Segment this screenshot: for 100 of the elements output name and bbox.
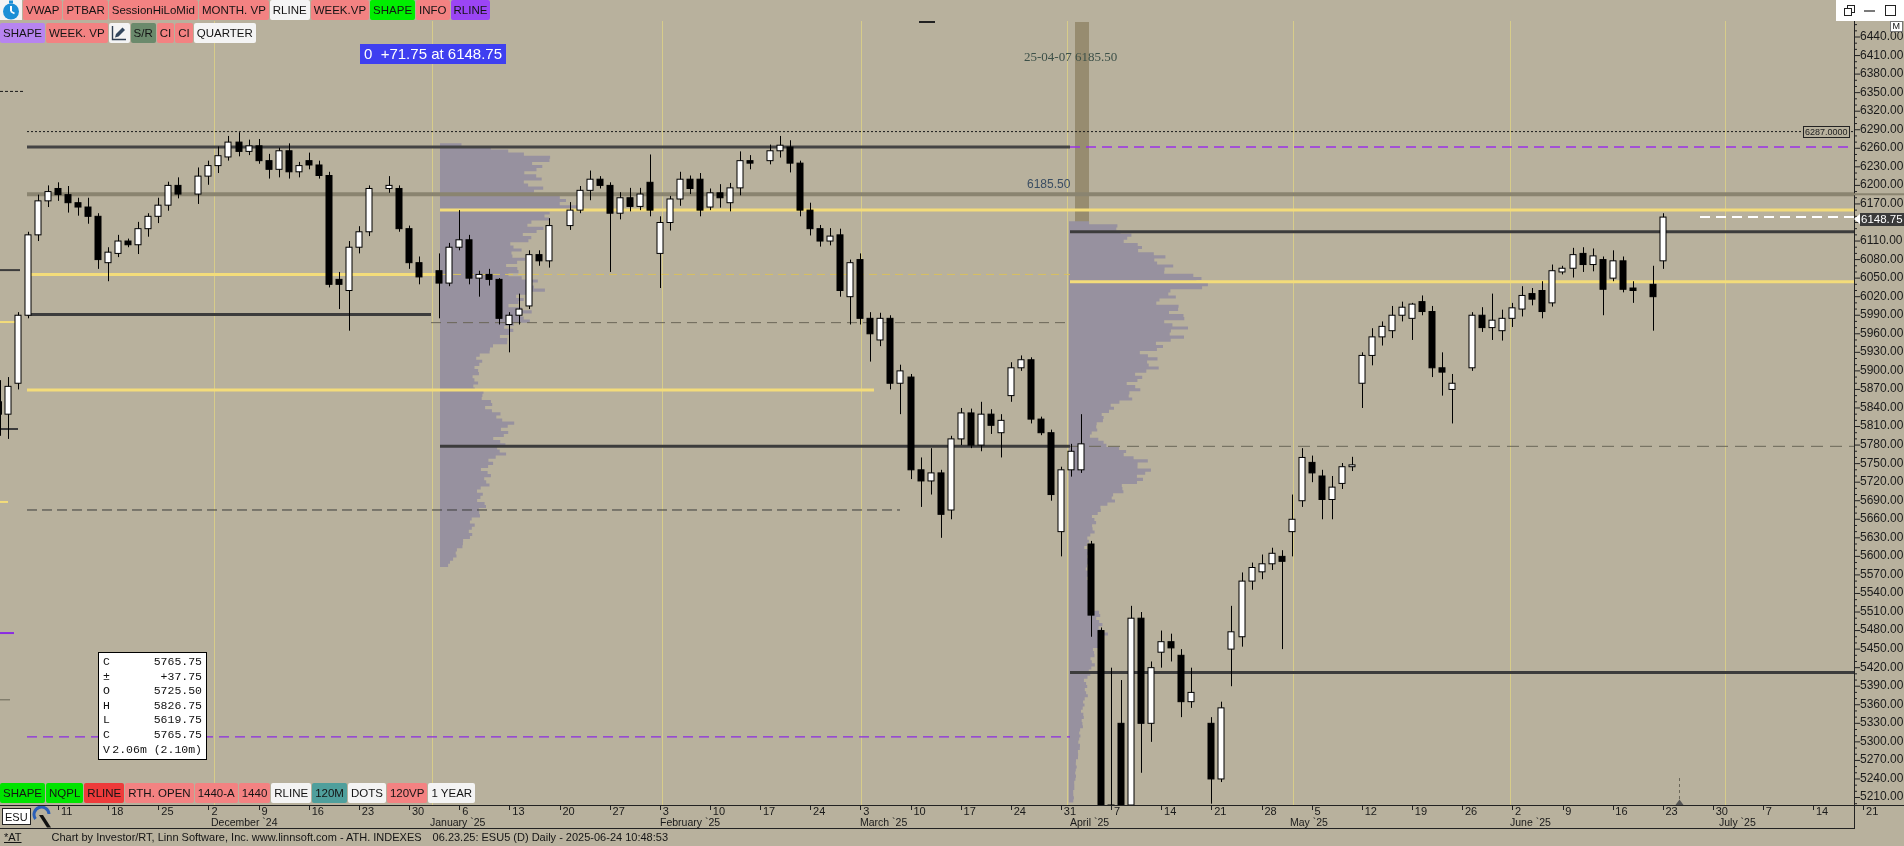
month-axis-label: June `25 [1510,817,1552,827]
study-button[interactable]: QUARTER [193,23,256,43]
data-field-label: H [103,698,110,714]
date-axis-label: 30 [411,806,426,817]
study-button[interactable]: S/R [130,23,156,43]
price-axis-label: 5930.00 [1860,346,1904,358]
logo-icon [32,806,52,828]
date-axis-label: 16 [1614,806,1629,817]
date-axis-label: 16 [310,806,325,817]
line-value-label: 6287.0000 [1803,126,1850,138]
price-level-line [0,500,9,503]
date-axis-label: 21 [1865,806,1880,817]
study-button[interactable]: WEEK. VP [46,23,108,43]
date-axis-label: 27 [611,806,626,817]
status-marker-link[interactable]: *AT [4,829,22,846]
price-axis-label: 6200.00 [1860,179,1904,191]
price-axis-label: 6110.00 [1860,234,1903,246]
date-axis-label: 10 [711,806,727,817]
study-button[interactable]: 120VP [386,783,428,803]
pencil-icon [111,25,128,41]
price-axis-label: 5360.00 [1860,698,1904,710]
date-axis-label: 7 [1112,806,1122,817]
date-axis-label: 10 [912,806,927,817]
price-axis-label: 6230.00 [1860,160,1904,172]
price-axis-label: 6380.00 [1860,68,1904,80]
study-button[interactable]: WEEK.VP [310,0,370,20]
credit-text: Chart by Investor/RT, Linn Software, Inc. www.linnsoft.com - ATH. INDEXES [51,830,422,846]
date-axis-label: 28 [1263,806,1278,817]
range-marker [919,21,935,23]
price-axis-label: 6350.00 [1860,86,1904,98]
study-button[interactable]: RLINE [84,783,125,803]
study-button[interactable]: DOTS [347,783,386,803]
date-axis-label: 3 [661,806,670,817]
data-field-label: C [103,727,110,743]
date-axis-label: 13 [511,806,526,817]
study-button[interactable]: RTH. OPEN [125,783,194,803]
price-axis-label: 5750.00 [1860,457,1904,469]
study-button[interactable]: CI [175,23,193,43]
month-axis-label: March `25 [860,817,909,827]
study-button[interactable]: 120M [312,783,347,803]
symbol-field[interactable]: ESU [2,808,31,825]
study-button[interactable]: 1 YEAR [428,783,476,803]
price-axis-label: 5450.00 [1860,643,1904,654]
price-axis-label: 5330.00 [1860,717,1904,729]
study-button[interactable]: CI [156,23,175,43]
price-axis-label: 5630.00 [1860,531,1904,543]
date-axis-label: 12 [1363,806,1378,817]
date-axis-label: 14 [1163,806,1178,817]
month-axis-label: January `25 [430,817,487,827]
maximize-icon[interactable] [1885,5,1897,16]
price-axis-label: 5780.00 [1860,439,1904,450]
date-axis-label: 23 [1664,806,1679,817]
date-axis-label: 7 [1764,806,1773,817]
data-field-label: O [103,684,110,699]
price-axis-label: 5960.00 [1860,327,1904,339]
study-button[interactable]: RLINE [450,0,491,20]
price-axis-label: 5510.00 [1860,605,1904,617]
study-button[interactable]: PTBAR [63,0,108,20]
study-button[interactable]: INFO [416,0,450,20]
price-axis-label: 5390.00 [1860,680,1904,692]
date-axis-label: 5 [1313,806,1322,817]
scale-mode-button[interactable]: M [1889,21,1903,32]
data-field-label: V [103,742,110,758]
price-axis-label: 6440.00 [1860,30,1904,42]
date-axis-label: 20 [561,806,576,817]
date-axis-label: 9 [1564,806,1573,817]
price-axis-label: 5990.00 [1860,309,1904,321]
price-axis-label: 6260.00 [1860,142,1904,154]
date-axis-label: 19 [1413,806,1429,817]
study-button[interactable]: SHAPE [0,783,45,803]
study-button[interactable]: RLINE [271,783,312,803]
price-axis-label: 5660.00 [1860,513,1904,525]
price-axis-label: 5900.00 [1860,364,1904,376]
data-field-value: 5826.75 [153,698,202,714]
date-axis-label: 17 [761,806,777,817]
study-button[interactable]: 1440 [238,783,271,803]
price-axis-label: 5570.00 [1860,568,1904,580]
study-button[interactable]: 1440-A [194,783,238,803]
study-button[interactable]: SHAPE [0,23,45,43]
data-field-value: 2.06m (2.10m) [112,742,202,758]
month-axis-label: May `25 [1290,817,1329,827]
price-axis-label: 5840.00 [1860,401,1904,413]
date-axis-label: 24 [1012,806,1027,817]
pointer-icon [1854,214,1860,225]
study-button[interactable]: SHAPE [370,0,416,20]
day-marker-icon [1675,799,1684,805]
restore-icon[interactable] [1843,5,1855,16]
price-level-line [0,699,11,701]
study-button[interactable]: NQPL [46,783,84,803]
study-button[interactable]: SessionHiLoMid [108,0,198,20]
price-change-flag: 0 +71.75 at 6148.75 [360,44,507,64]
drawing-tool-button[interactable] [108,23,130,43]
price-axis-label: 5270.00 [1860,754,1904,766]
stopwatch-icon[interactable] [0,0,22,20]
study-button[interactable]: MONTH. VP [198,0,269,20]
study-button[interactable]: VWAP [23,0,63,20]
study-button[interactable]: RLINE [269,0,310,20]
date-axis-label: 11 [60,806,74,817]
data-field-label: ± [103,669,110,685]
month-axis-label: April `25 [1070,817,1111,827]
